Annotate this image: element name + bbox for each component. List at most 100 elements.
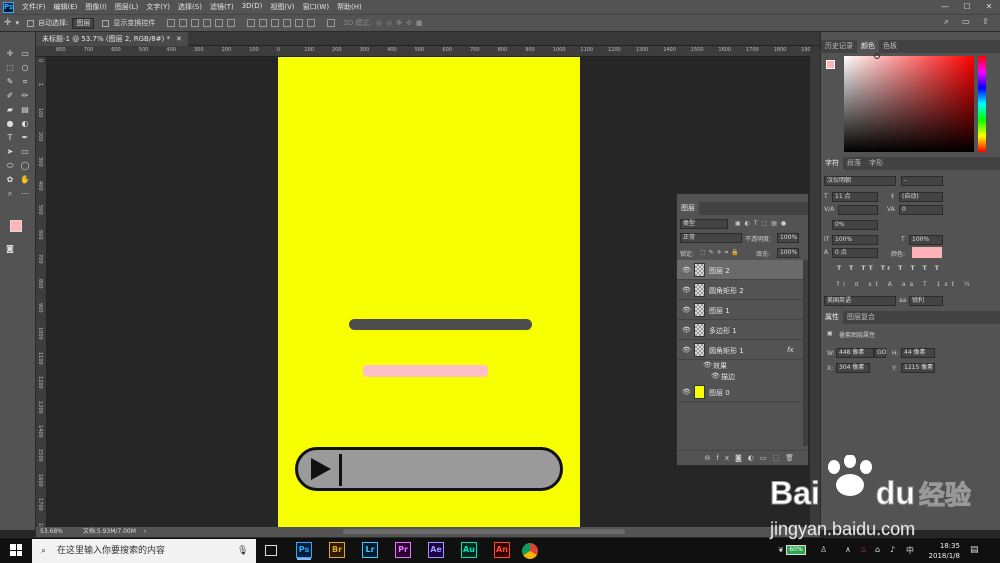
share-icon[interactable]: ⇪ — [982, 17, 989, 26]
menu-item[interactable]: 文字(Y) — [146, 2, 170, 12]
dodge-tool-icon[interactable]: ◐ — [19, 119, 31, 129]
font-style-select[interactable]: - — [901, 176, 943, 186]
move-tool-icon[interactable]: ✛ — [4, 18, 12, 28]
fill-input[interactable]: 100% — [777, 248, 799, 258]
baseline-input[interactable]: 0 点 — [832, 248, 878, 258]
visibility-eye-icon[interactable]: 👁 — [682, 266, 691, 274]
status-arrow-icon[interactable]: › — [144, 528, 146, 535]
menu-item[interactable]: 帮助(H) — [337, 2, 362, 12]
align-top-icon[interactable] — [167, 19, 176, 27]
visibility-eye-icon[interactable]: 👁 — [682, 388, 691, 396]
language-select[interactable]: 美国英语 — [824, 296, 896, 306]
antialias-select[interactable]: 锐利 — [909, 296, 943, 306]
color-picker-field[interactable] — [844, 53, 974, 152]
player-bar[interactable] — [295, 447, 563, 491]
pen-tool-icon[interactable]: ✒ — [19, 133, 31, 143]
notification-icon[interactable]: ▤ — [970, 545, 979, 555]
gradient-tool-icon[interactable]: ▤ — [19, 105, 31, 115]
close-icon[interactable]: ✕ — [978, 0, 1000, 14]
leading-input[interactable]: (自动) — [899, 192, 943, 202]
rotate-3d-icon[interactable]: ◎ — [376, 19, 382, 27]
align-right-icon[interactable] — [227, 19, 236, 27]
slide-3d-icon[interactable]: ✣ — [406, 19, 412, 27]
maximize-icon[interactable]: ☐ — [956, 0, 978, 14]
windows-start-icon[interactable] — [10, 544, 22, 556]
filter-type-icons[interactable]: ▣◐T⬚▤● — [735, 220, 790, 227]
play-icon[interactable] — [311, 458, 331, 480]
document-canvas[interactable] — [278, 57, 580, 527]
taskbar-search-input[interactable]: ⌕ 在这里输入你要搜索的内容 🎙 — [32, 539, 256, 563]
microphone-icon[interactable]: 🎙 — [237, 539, 248, 563]
char_tabs-tab[interactable]: 字符 — [821, 157, 843, 170]
menu-item[interactable]: 3D(D) — [242, 2, 263, 12]
hand-tool-icon[interactable]: ✋ — [19, 175, 31, 185]
app-icon-pr[interactable]: Pr — [395, 542, 411, 558]
menu-item[interactable]: 视图(V) — [270, 2, 294, 12]
height-input[interactable]: 44 像素 — [901, 348, 935, 358]
visibility-eye-icon[interactable]: 👁 — [682, 286, 691, 294]
distribute-vcenter-icon[interactable] — [259, 19, 268, 27]
network-icon[interactable]: ⌂ — [875, 545, 880, 554]
width-input[interactable]: 448 像素 — [836, 348, 874, 358]
foreground-color-swatch[interactable] — [10, 220, 22, 232]
visibility-eye-icon[interactable]: 👁 — [682, 306, 691, 314]
app-icon-ps[interactable]: Ps — [296, 542, 312, 558]
task-view-icon[interactable] — [265, 545, 277, 556]
eyedropper-icon[interactable]: ✐ — [4, 91, 16, 101]
layer-row[interactable]: 👁 圆角矩形 1 fx — [677, 340, 803, 360]
opentype-buttons[interactable]: fi σ st A aa T 1st ½ — [837, 281, 974, 288]
link-icon[interactable]: GO — [874, 348, 886, 358]
artboard-tool-icon[interactable]: ▭ — [19, 49, 31, 59]
menu-item[interactable]: 图层(L) — [115, 2, 138, 12]
eraser-icon[interactable]: ▰ — [4, 105, 16, 115]
dropdown-icon[interactable]: ▾ — [16, 19, 20, 27]
distribute-hcenter-icon[interactable] — [295, 19, 304, 27]
quick-select-icon[interactable]: ✎ — [4, 77, 16, 87]
auto-align-icon[interactable] — [327, 19, 336, 27]
zoom-level[interactable]: 53.68% — [40, 528, 63, 535]
distribute-bottom-icon[interactable] — [271, 19, 280, 27]
visibility-eye-icon[interactable]: 👁 — [703, 361, 712, 369]
vertical-scale-input[interactable]: 100% — [832, 235, 878, 245]
layer-row[interactable]: 👁 圆角矩形 2 — [677, 280, 803, 300]
font-family-select[interactable]: 汉仪明朝 — [824, 176, 896, 186]
menu-item[interactable]: 窗口(W) — [303, 2, 329, 12]
lasso-tool-icon[interactable]: ○ — [19, 63, 31, 73]
lock-icons[interactable]: ⬚✎✛⌗🔒 — [700, 249, 742, 257]
horizontal-scale-input[interactable]: 100% — [909, 235, 943, 245]
crop-tool-icon[interactable]: ⌗ — [19, 77, 31, 87]
color-picker-cursor[interactable] — [874, 53, 880, 59]
search-icon[interactable]: ⌕ — [944, 17, 949, 27]
align-left-icon[interactable] — [203, 19, 212, 27]
align-hcenter-icon[interactable] — [215, 19, 224, 27]
menu-item[interactable]: 选择(S) — [178, 2, 202, 12]
zoom-tool-icon[interactable]: ⌕ — [4, 189, 16, 199]
x-input[interactable]: 304 像素 — [836, 363, 870, 373]
char_tabs-tab[interactable]: 字形 — [865, 157, 887, 170]
menu-item[interactable]: 图像(I) — [85, 2, 107, 12]
tracking-input[interactable]: 0 — [899, 205, 943, 215]
quick-mask-icon[interactable]: ◙ — [4, 244, 16, 254]
pan-3d-icon[interactable]: ✥ — [396, 19, 402, 27]
layers-scrollbar[interactable] — [803, 260, 808, 446]
more-tools-icon[interactable]: ⋯ — [19, 189, 31, 199]
horizontal-scrollbar[interactable] — [343, 529, 625, 534]
dark-rounded-bar[interactable] — [349, 319, 532, 330]
tray-app-icon[interactable]: ♨ — [860, 545, 867, 554]
document-tab[interactable]: 未标题-1 @ 53.7% (图层 2, RGB/8#) * ✕ — [36, 32, 188, 46]
scale-3d-icon[interactable]: ■ — [416, 19, 423, 27]
text-style-buttons[interactable]: T T TT Tr T T T T — [837, 265, 942, 272]
auto-select-checkbox[interactable] — [27, 19, 35, 27]
layer-row[interactable]: 👁 效果 — [677, 360, 803, 371]
layer-filter-select[interactable]: 类型 — [680, 219, 728, 229]
blur-tool-icon[interactable]: ● — [4, 119, 16, 129]
path-select-icon[interactable]: ➤ — [4, 147, 16, 157]
layer-row[interactable]: 👁 图层 1 — [677, 300, 803, 320]
workspace-icon[interactable]: ▭ — [962, 17, 970, 26]
layer-row[interactable]: 👁 图层 2 — [677, 260, 803, 280]
app-icon-au[interactable]: Au — [461, 542, 477, 558]
ime-indicator[interactable]: 中 — [906, 545, 914, 556]
align-vcenter-icon[interactable] — [179, 19, 188, 27]
visibility-eye-icon[interactable]: 👁 — [682, 326, 691, 334]
minimize-icon[interactable]: — — [934, 0, 956, 14]
